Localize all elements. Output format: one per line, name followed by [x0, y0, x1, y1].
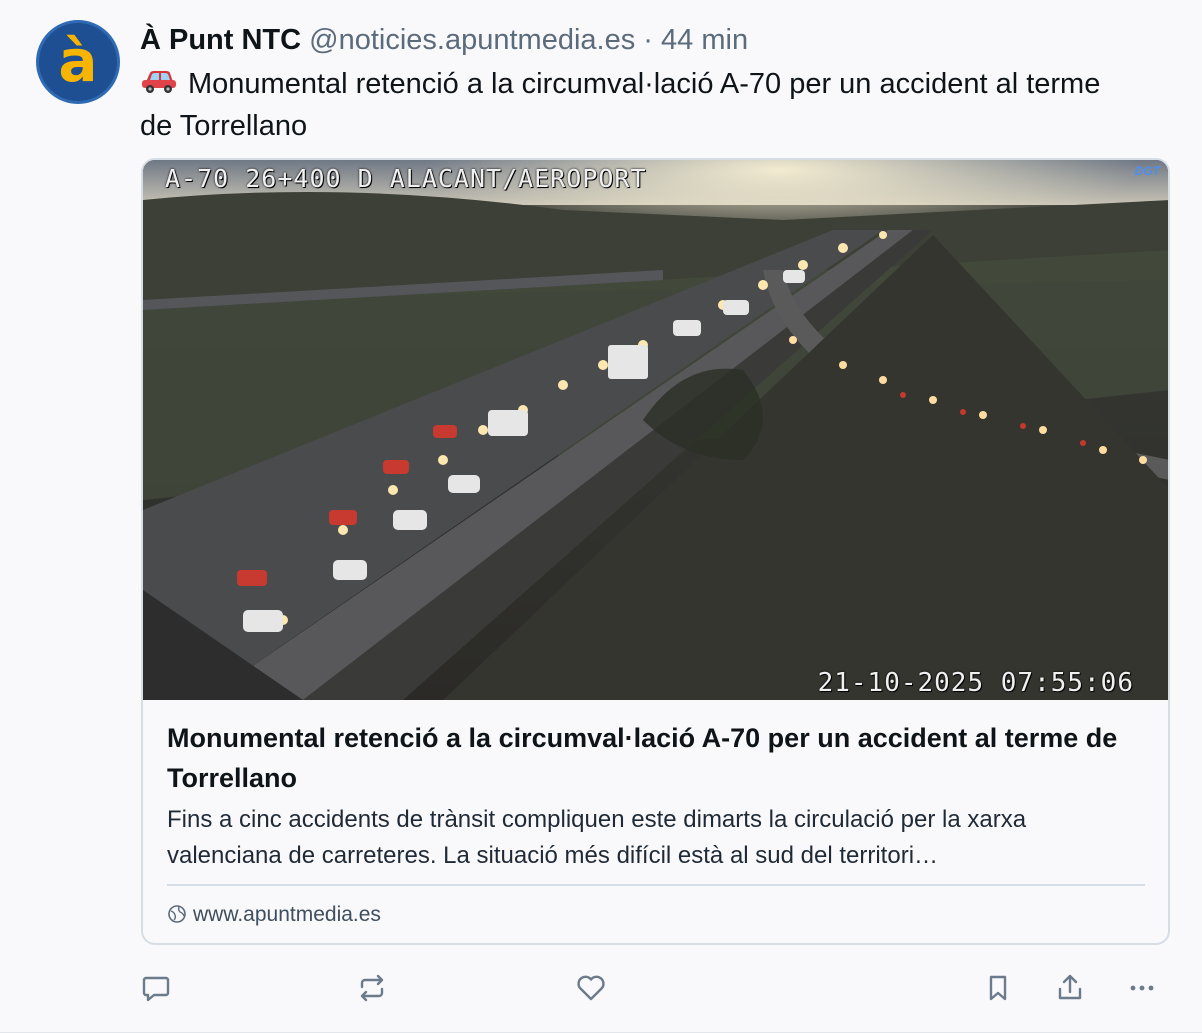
author-avatar[interactable]: à	[36, 20, 120, 104]
dgt-logo: DGT	[1134, 164, 1160, 178]
more-options-button[interactable]	[1120, 966, 1164, 1010]
card-divider	[167, 884, 1145, 886]
author-handle[interactable]: @noticies.apuntmedia.es	[309, 24, 635, 56]
bookmark-button[interactable]	[976, 966, 1020, 1010]
like-button[interactable]	[569, 966, 613, 1010]
repost-icon	[360, 974, 384, 1002]
share-icon	[1058, 974, 1082, 1000]
repost-button[interactable]	[350, 966, 394, 1010]
post-text-block: Monumental retenció a la circumval·lació…	[140, 64, 1140, 147]
camera-timestamp-overlay: 21-10-2025 07:55:06	[817, 668, 1134, 698]
more-icon	[1130, 985, 1154, 991]
header-separator: ·	[643, 24, 653, 56]
card-title: Monumental retenció a la circumval·lació…	[167, 723, 1118, 793]
avatar-letter: à	[58, 27, 98, 95]
post-text: Monumental retenció a la circumval·lació…	[140, 68, 1101, 142]
card-domain: www.apuntmedia.es	[167, 900, 381, 930]
post[interactable]: à À Punt NTC @noticies.apuntmedia.es · 4…	[0, 0, 1202, 1033]
card-image[interactable]: A-70 26+400 D ALACANT/AEROPORT DGT 21-10…	[143, 160, 1168, 700]
card-domain-text: www.apuntmedia.es	[193, 903, 381, 926]
reply-button[interactable]	[134, 966, 178, 1010]
post-timestamp[interactable]: 44 min	[661, 24, 748, 56]
camera-location-overlay: A-70 26+400 D ALACANT/AEROPORT	[165, 164, 647, 193]
like-icon	[577, 975, 605, 1001]
bookmark-icon	[989, 975, 1007, 1001]
share-button[interactable]	[1048, 966, 1092, 1010]
post-actions	[0, 966, 1202, 1010]
post-header: À Punt NTC @noticies.apuntmedia.es · 44 …	[140, 20, 748, 60]
link-preview-card[interactable]: A-70 26+400 D ALACANT/AEROPORT DGT 21-10…	[141, 158, 1170, 945]
card-description: Fins a cinc accidents de trànsit compliq…	[167, 806, 1027, 869]
car-emoji-icon	[140, 65, 178, 106]
globe-icon	[167, 903, 187, 923]
reply-icon	[142, 976, 170, 1002]
author-name[interactable]: À Punt NTC	[140, 24, 301, 56]
